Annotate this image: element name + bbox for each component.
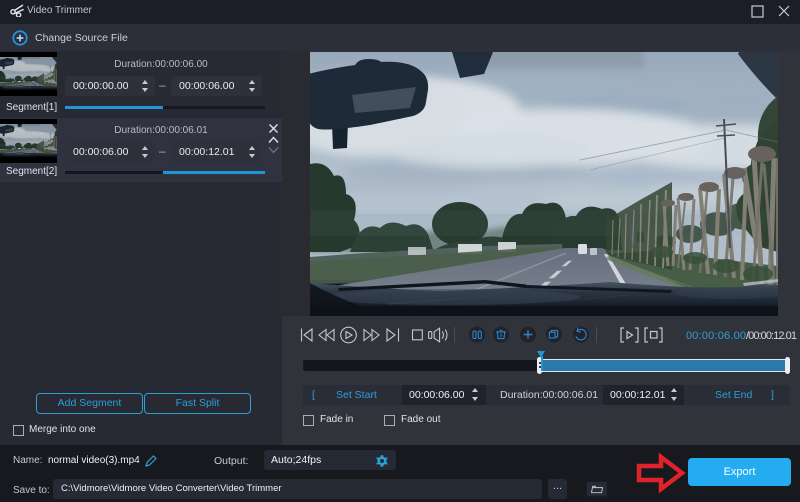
- svg-text:00:00:06.00: 00:00:06.00: [686, 330, 746, 342]
- svg-text:/00:00:12.01: /00:00:12.01: [746, 330, 797, 342]
